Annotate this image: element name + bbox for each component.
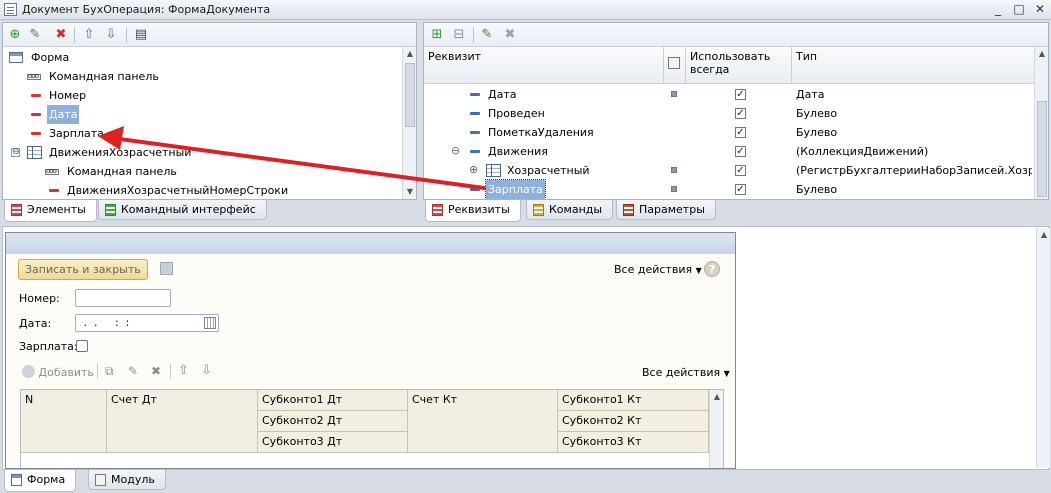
annotation-arrow: [98, 126, 486, 190]
arrowhead-icon: [98, 126, 124, 150]
arrow-line: [110, 136, 486, 190]
